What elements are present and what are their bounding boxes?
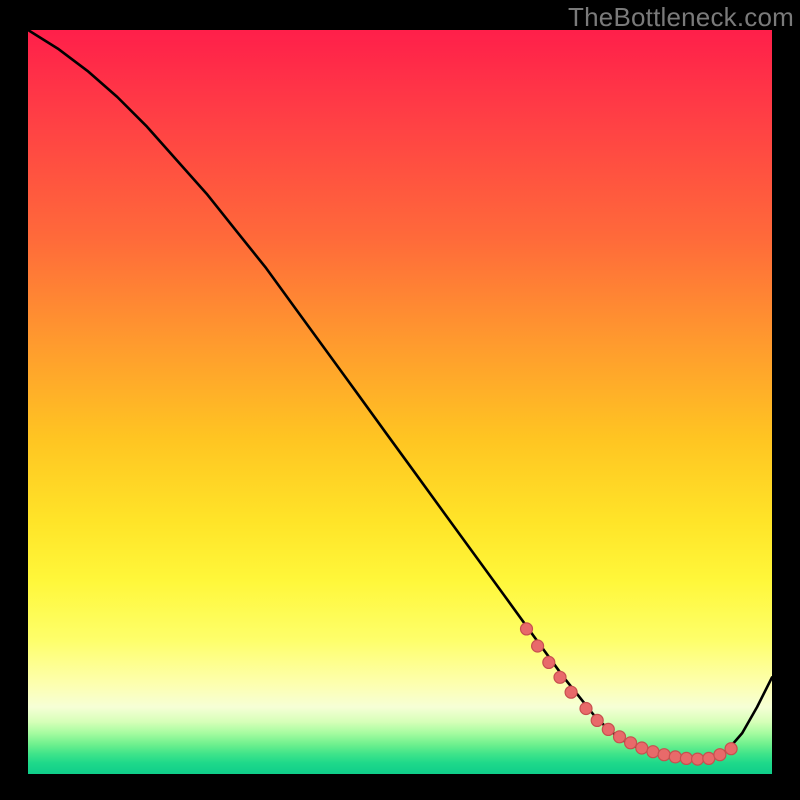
highlight-dot: [636, 742, 648, 754]
highlight-dot: [647, 746, 659, 758]
plot-area: [28, 30, 772, 774]
highlight-dot: [521, 623, 533, 635]
highlight-dot: [554, 671, 566, 683]
highlight-dot: [714, 749, 726, 761]
highlight-dot: [658, 749, 670, 761]
highlight-dot: [580, 703, 592, 715]
highlight-dot: [625, 737, 637, 749]
curve-layer: [28, 30, 772, 774]
watermark-label: TheBottleneck.com: [568, 2, 794, 33]
highlight-dot: [680, 752, 692, 764]
highlight-dot: [669, 751, 681, 763]
highlight-dot: [725, 743, 737, 755]
highlight-dot: [602, 723, 614, 735]
highlight-dot: [565, 686, 577, 698]
highlight-dot: [614, 731, 626, 743]
highlight-dot: [591, 714, 603, 726]
highlight-dots: [521, 623, 738, 765]
highlight-dot: [532, 640, 544, 652]
highlight-dot: [703, 752, 715, 764]
highlight-dot: [543, 656, 555, 668]
chart-stage: TheBottleneck.com: [0, 0, 800, 800]
bottleneck-curve: [28, 30, 772, 759]
highlight-dot: [692, 753, 704, 765]
